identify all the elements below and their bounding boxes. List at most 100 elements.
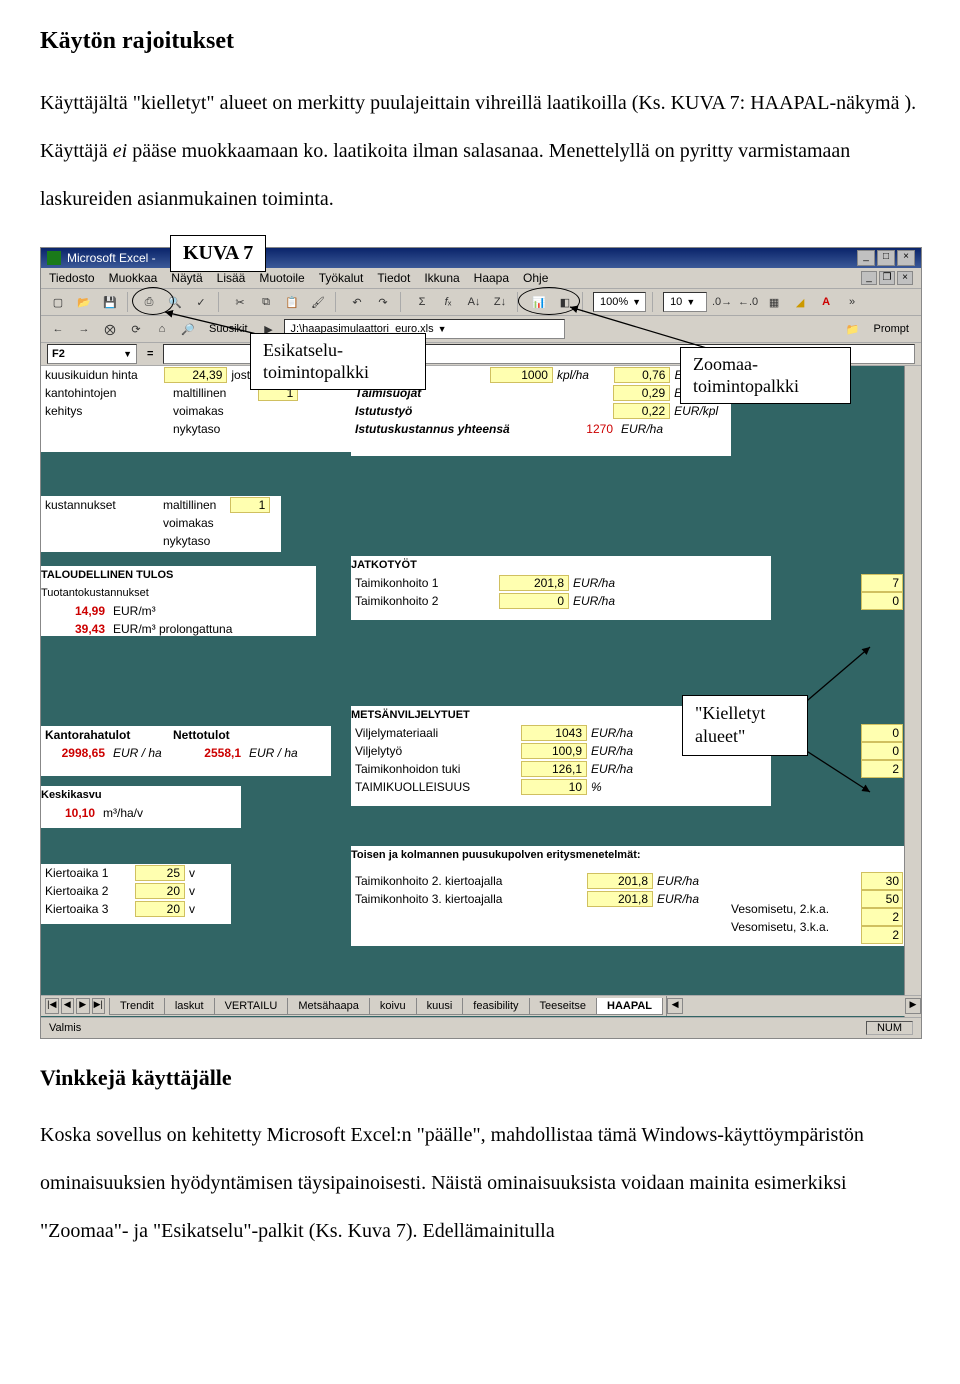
- value-th2k[interactable]: 201,8: [587, 873, 653, 889]
- back-icon[interactable]: ←: [47, 318, 69, 340]
- value-kust-1[interactable]: 1: [230, 497, 270, 513]
- value-thtuki[interactable]: 126,1: [521, 761, 587, 777]
- para1-em: ei: [113, 140, 127, 162]
- value-mv-r1[interactable]: 0: [861, 724, 903, 742]
- menu-lisaa[interactable]: Lisää: [217, 271, 246, 285]
- copy-icon[interactable]: ⧉: [255, 291, 277, 313]
- tab-trendit[interactable]: Trendit: [109, 998, 165, 1015]
- value-tk-r2[interactable]: 50: [861, 890, 903, 908]
- hscroll-right[interactable]: ▶: [905, 998, 921, 1014]
- mdi-restore-button[interactable]: ❐: [879, 271, 895, 285]
- save-icon[interactable]: 💾: [99, 291, 121, 313]
- open-icon[interactable]: 📂: [73, 291, 95, 313]
- tab-nav-first[interactable]: |◀: [45, 998, 59, 1014]
- format-painter-icon[interactable]: 🖌: [307, 291, 329, 313]
- value-taimet-eur[interactable]: 0,76: [614, 367, 671, 383]
- mdi-minimize-button[interactable]: _: [861, 271, 877, 285]
- name-box[interactable]: F2 ▼: [47, 344, 137, 364]
- value-kust-voim: voimakas: [159, 516, 218, 530]
- decrease-decimal-icon[interactable]: ←.0: [737, 291, 759, 313]
- label-th2k: Taimikonhoito 2. kiertoajalla: [351, 874, 587, 888]
- new-icon[interactable]: ▢: [47, 291, 69, 313]
- menu-tiedot[interactable]: Tiedot: [377, 271, 410, 285]
- paste-icon[interactable]: 📋: [281, 291, 303, 313]
- redo-icon[interactable]: ↷: [372, 291, 394, 313]
- hscroll-left[interactable]: ◀: [667, 998, 683, 1014]
- tab-koivu[interactable]: koivu: [369, 998, 417, 1015]
- value-jatko-r1[interactable]: 7: [861, 574, 903, 592]
- function-icon[interactable]: fₓ: [437, 291, 459, 313]
- borders-icon[interactable]: ▦: [763, 291, 785, 313]
- menu-tyokalut[interactable]: Työkalut: [319, 271, 364, 285]
- tab-nav-next[interactable]: ▶: [76, 998, 90, 1014]
- value-tk-r1[interactable]: 30: [861, 872, 903, 890]
- fontsize-combo[interactable]: 10 ▼: [663, 292, 707, 312]
- stop-icon[interactable]: ⨂: [99, 318, 121, 340]
- unit-kanto: EUR / ha: [109, 746, 177, 760]
- tab-feasibility[interactable]: feasibility: [462, 998, 529, 1015]
- value-viljelymateriaali[interactable]: 1043: [521, 725, 587, 741]
- value-tk-r3[interactable]: 2: [861, 908, 903, 926]
- panel-keskikasvu: Keskikasvu 10,10 m³/ha/v: [41, 786, 241, 828]
- home-icon[interactable]: ⌂: [151, 318, 173, 340]
- menu-muokkaa[interactable]: Muokkaa: [109, 271, 158, 285]
- label-ka1: Kiertoaika 1: [41, 866, 135, 880]
- value-taimisuojat[interactable]: 0,29: [613, 385, 670, 401]
- tab-nav-prev[interactable]: ◀: [61, 998, 75, 1014]
- menu-muotoile[interactable]: Muotoile: [259, 271, 304, 285]
- forward-icon[interactable]: →: [73, 318, 95, 340]
- menu-ohje[interactable]: Ohje: [523, 271, 548, 285]
- tab-nav-last[interactable]: ▶|: [92, 998, 106, 1014]
- value-viljelytyo[interactable]: 100,9: [521, 743, 587, 759]
- search-icon[interactable]: 🔎: [177, 318, 199, 340]
- folder-icon[interactable]: 📁: [842, 318, 864, 340]
- value-th3k[interactable]: 201,8: [587, 891, 653, 907]
- menu-tiedosto[interactable]: Tiedosto: [49, 271, 95, 285]
- value-taimet[interactable]: 1000: [490, 367, 553, 383]
- undo-icon[interactable]: ↶: [346, 291, 368, 313]
- value-ka2[interactable]: 20: [135, 883, 185, 899]
- value-th1[interactable]: 201,8: [499, 575, 569, 591]
- tab-kuusi[interactable]: kuusi: [416, 998, 464, 1015]
- menu-haapa[interactable]: Haapa: [474, 271, 509, 285]
- value-mv-r2[interactable]: 0: [861, 742, 903, 760]
- close-button[interactable]: ×: [897, 250, 915, 266]
- fill-color-icon[interactable]: ◢: [789, 291, 811, 313]
- maximize-button[interactable]: □: [877, 250, 895, 266]
- vertical-scrollbar[interactable]: [904, 366, 921, 1026]
- tab-teeseitse[interactable]: Teeseitse: [529, 998, 597, 1015]
- value-mv-r3[interactable]: 2: [861, 760, 903, 778]
- label-kustannukset: kustannukset: [41, 498, 159, 512]
- autosum-icon[interactable]: Σ: [411, 291, 433, 313]
- callout-kielletyt: "Kielletyt alueet": [682, 695, 808, 756]
- mdi-close-button[interactable]: ×: [897, 271, 913, 285]
- name-box-value: F2: [52, 348, 65, 360]
- increase-decimal-icon[interactable]: .0→: [711, 291, 733, 313]
- title-taloudellinen: TALOUDELLINEN TULOS: [41, 566, 316, 584]
- cut-icon[interactable]: ✂: [229, 291, 251, 313]
- favorites-label[interactable]: Suosikit: [203, 323, 254, 335]
- value-istutustyo[interactable]: 0,22: [613, 403, 670, 419]
- value-ka1[interactable]: 25: [135, 865, 185, 881]
- menu-ikkuna[interactable]: Ikkuna: [424, 271, 459, 285]
- menu-nayta[interactable]: Näytä: [171, 271, 202, 285]
- value-ka3[interactable]: 20: [135, 901, 185, 917]
- spellcheck-icon[interactable]: ✓: [190, 291, 212, 313]
- prompt-label[interactable]: Prompt: [868, 323, 915, 335]
- value-kuusikuidun-hinta[interactable]: 24,39: [164, 367, 228, 383]
- value-jatko-r2[interactable]: 0: [861, 592, 903, 610]
- more-icon[interactable]: »: [841, 291, 863, 313]
- tab-haapal[interactable]: HAAPAL: [596, 998, 663, 1015]
- zoom-combo[interactable]: 100% ▼: [593, 292, 646, 312]
- refresh-icon[interactable]: ⟳: [125, 318, 147, 340]
- value-taimikuolleisuus[interactable]: 10: [521, 779, 587, 795]
- value-th2[interactable]: 0: [499, 593, 569, 609]
- minimize-button[interactable]: _: [857, 250, 875, 266]
- tab-vertailu[interactable]: VERTAILU: [214, 998, 289, 1015]
- tab-metsahaapa[interactable]: Metsähaapa: [287, 998, 370, 1015]
- value-tk-r4[interactable]: 2: [861, 926, 903, 944]
- tab-laskut[interactable]: laskut: [164, 998, 215, 1015]
- sort-asc-icon[interactable]: A↓: [463, 291, 485, 313]
- sort-desc-icon[interactable]: Z↓: [489, 291, 511, 313]
- font-color-icon[interactable]: A: [815, 291, 837, 313]
